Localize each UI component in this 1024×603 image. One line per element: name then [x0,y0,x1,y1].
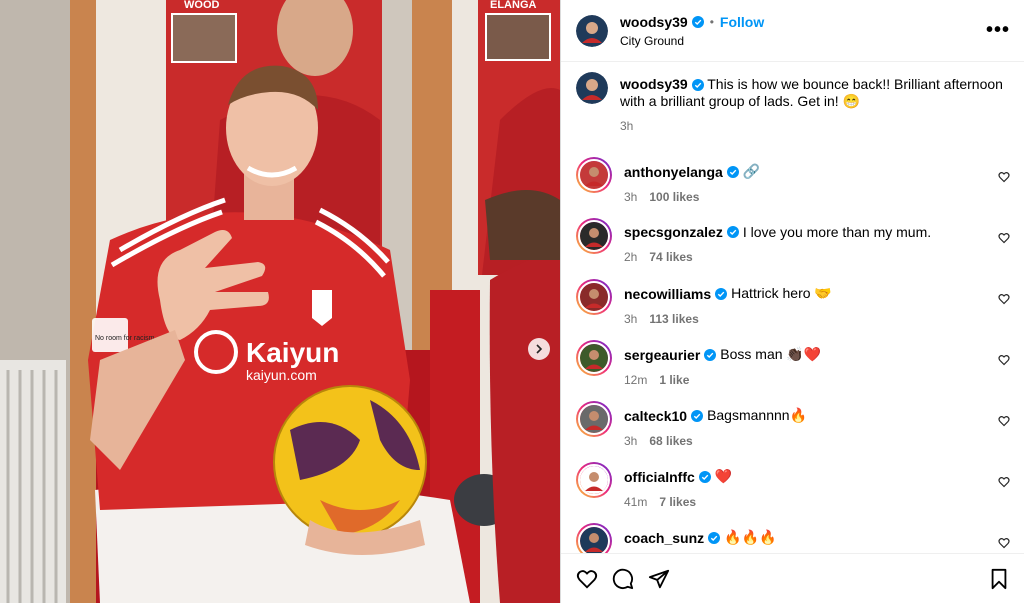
comment-text: Bagsmannnn🔥 [707,407,807,423]
share-icon[interactable] [648,568,670,590]
author-username[interactable]: woodsy39 [620,14,688,30]
post-header: woodsy39 • Follow City Ground ••• [561,0,1024,62]
comment-time[interactable]: 3h [624,312,637,326]
sleeve-text: No room for racism [95,335,155,342]
caption-avatar[interactable] [576,72,608,104]
verified-badge-icon [708,531,721,544]
commenter-avatar[interactable] [576,462,612,498]
commenter-avatar[interactable] [576,279,612,315]
avatar-image [580,527,608,555]
commenter-username[interactable]: anthonyelanga [624,164,723,180]
avatar-image [576,14,608,47]
commenter-username[interactable]: specsgonzalez [624,224,723,240]
author-avatar[interactable] [576,14,608,47]
caption-username[interactable]: woodsy39 [620,76,688,92]
avatar-image [580,283,608,311]
next-image-button[interactable] [528,338,550,360]
commenter-username[interactable]: coach_sunz [624,530,704,546]
verified-badge-icon [691,409,704,422]
photo-illustration: WOOD ELANGA No room for racism Kaiyun ka… [0,0,560,603]
avatar-image [580,222,608,250]
bookmark-icon[interactable] [988,568,1010,590]
commenter-avatar[interactable] [576,401,612,437]
commenter-avatar[interactable] [576,340,612,376]
post-location[interactable]: City Ground [620,34,986,48]
radiator [0,360,66,603]
commenter-username[interactable]: officialnffc [624,469,695,485]
separator-dot: • [709,14,714,29]
post-caption: woodsy39 This is how we bounce back!! Br… [576,72,1010,135]
comment-heart-icon[interactable] [998,476,1010,488]
poster-left-name: WOOD [184,0,219,11]
verified-badge-icon [698,470,711,483]
heart-icon[interactable] [576,568,598,590]
comment-item: necowilliams Hattrick hero 🤝 3h 113 like… [576,279,1010,340]
verified-badge-icon [691,79,704,92]
verified-badge-icon [704,348,717,361]
comment-heart-icon[interactable] [998,537,1010,549]
comment-time[interactable]: 3h [624,434,637,448]
comment-text: I love you more than my mum. [742,224,932,240]
comment-likes[interactable]: 68 likes [649,434,692,448]
comment-text: 🔗 [742,163,761,179]
comment-text: ❤️ [714,468,733,484]
avatar-image [580,405,608,433]
comment-icon[interactable] [612,568,634,590]
chevron-right-icon [536,344,543,354]
verified-badge-icon [726,226,739,238]
comment-item: calteck10 Bagsmannnn🔥 3h 68 likes [576,401,1010,462]
commenter-avatar[interactable] [576,157,612,193]
comment-item: coach_sunz 🔥🔥🔥 3h 4 likes [576,523,1010,555]
action-bar [561,553,1024,603]
verified-badge-icon [726,165,739,178]
avatar-image [580,161,608,189]
comment-time[interactable]: 2h [624,250,637,264]
football [273,385,427,539]
comments-list[interactable]: woodsy39 This is how we bounce back!! Br… [561,62,1024,555]
caption-time[interactable]: 3h [620,118,1010,135]
comment-text: 🔥🔥🔥 [724,529,777,545]
post-photo[interactable]: WOOD ELANGA No room for racism Kaiyun ka… [0,0,560,603]
comment-likes[interactable]: 1 like [659,373,689,387]
comment-likes[interactable]: 100 likes [649,190,699,204]
verified-badge-icon [691,15,704,28]
comment-likes[interactable]: 74 likes [649,250,692,264]
comment-heart-icon[interactable] [998,293,1010,305]
commenter-username[interactable]: necowilliams [624,286,711,302]
commenter-username[interactable]: calteck10 [624,408,687,424]
comment-text: Boss man 👏🏿❤️ [720,346,822,362]
comment-time[interactable]: 12m [624,373,647,387]
comment-likes[interactable]: 7 likes [659,495,696,509]
shirt-sponsor-url: kaiyun.com [246,367,317,383]
comment-text: Hattrick hero 🤝 [731,285,832,301]
comment-heart-icon[interactable] [998,171,1010,183]
post-panel: woodsy39 • Follow City Ground ••• woodsy… [560,0,1024,603]
verified-badge-icon [715,287,728,300]
comment-likes[interactable]: 113 likes [649,312,698,326]
shirt-sponsor: Kaiyun [246,337,339,368]
comment-time[interactable]: 3h [624,190,637,204]
avatar-image [580,344,608,372]
more-options-button[interactable]: ••• [986,19,1010,42]
follow-button[interactable]: Follow [720,14,764,30]
commenter-username[interactable]: sergeaurier [624,347,700,363]
comment-heart-icon[interactable] [998,232,1010,244]
comment-time[interactable]: 41m [624,495,647,509]
comment-heart-icon[interactable] [998,354,1010,366]
comment-heart-icon[interactable] [998,415,1010,427]
avatar-image [580,466,608,494]
avatar-image [576,72,608,104]
comment-item: specsgonzalez I love you more than my mu… [576,218,1010,279]
poster-right-name: ELANGA [490,0,537,11]
commenter-avatar[interactable] [576,218,612,254]
comment-item: officialnffc ❤️ 41m 7 likes [576,462,1010,523]
comment-item: anthonyelanga 🔗 3h 100 likes [576,157,1010,218]
commenter-avatar[interactable] [576,523,612,555]
comment-item: sergeaurier Boss man 👏🏿❤️ 12m 1 like [576,340,1010,401]
